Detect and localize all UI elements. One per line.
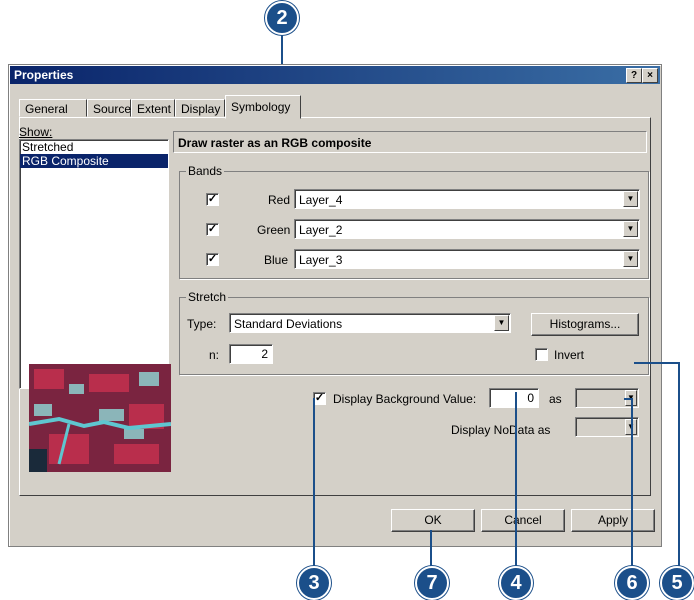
callout-6-line-h bbox=[624, 398, 632, 400]
show-label: Show: bbox=[19, 125, 53, 139]
callout-3-line bbox=[313, 398, 315, 568]
stretch-type-label: Type: bbox=[187, 317, 217, 331]
background-value-label: Display Background Value: bbox=[333, 392, 477, 406]
stretch-group-title: Stretch bbox=[186, 290, 229, 304]
tab-display[interactable]: Display bbox=[175, 99, 225, 117]
bands-group-title: Bands bbox=[186, 164, 225, 178]
chevron-down-icon[interactable]: ▼ bbox=[623, 221, 638, 237]
close-button[interactable]: × bbox=[642, 68, 658, 83]
chevron-down-icon[interactable]: ▼ bbox=[623, 251, 638, 267]
help-button[interactable]: ? bbox=[626, 68, 642, 83]
apply-button[interactable]: Apply bbox=[571, 509, 655, 532]
list-item-rgb-composite[interactable]: RGB Composite bbox=[20, 154, 168, 168]
tab-source[interactable]: Source bbox=[87, 99, 131, 117]
invert-checkbox[interactable] bbox=[535, 348, 548, 361]
chevron-down-icon[interactable]: ▼ bbox=[623, 191, 638, 207]
callout-6: 6 bbox=[615, 566, 649, 600]
stretch-type-select[interactable]: Standard Deviations ▼ bbox=[229, 313, 511, 333]
callout-4-line bbox=[515, 392, 517, 568]
green-band-checkbox[interactable]: ✓ bbox=[206, 223, 219, 236]
callout-3: 3 bbox=[297, 566, 331, 600]
callout-2: 2 bbox=[265, 1, 299, 35]
callout-6-line bbox=[631, 398, 633, 568]
callout-4: 4 bbox=[499, 566, 533, 600]
list-item-stretched[interactable]: Stretched bbox=[20, 140, 168, 154]
background-as-label: as bbox=[549, 392, 562, 406]
callout-7: 7 bbox=[415, 566, 449, 600]
histograms-button[interactable]: Histograms... bbox=[531, 313, 639, 336]
stretch-n-input[interactable]: 2 bbox=[229, 344, 273, 364]
window-title: Properties bbox=[14, 68, 74, 82]
invert-label: Invert bbox=[554, 348, 585, 362]
blue-band-checkbox[interactable]: ✓ bbox=[206, 253, 219, 266]
chevron-down-icon[interactable]: ▼ bbox=[494, 315, 509, 331]
background-value-input[interactable]: 0 bbox=[489, 388, 539, 408]
red-band-select[interactable]: Layer_4 ▼ bbox=[294, 189, 640, 209]
callout-7-line bbox=[430, 530, 432, 568]
red-band-checkbox[interactable]: ✓ bbox=[206, 193, 219, 206]
tab-general[interactable]: General bbox=[19, 99, 87, 117]
nodata-label: Display NoData as bbox=[451, 423, 551, 437]
cancel-button[interactable]: Cancel bbox=[481, 509, 565, 532]
blue-band-select[interactable]: Layer_3 ▼ bbox=[294, 249, 640, 269]
draw-mode-header: Draw raster as an RGB composite bbox=[173, 131, 647, 153]
green-band-select[interactable]: Layer_2 ▼ bbox=[294, 219, 640, 239]
callout-5-line bbox=[678, 362, 680, 568]
blue-band-label: Blue bbox=[264, 253, 289, 267]
callout-5: 5 bbox=[660, 566, 694, 600]
green-band-label: Green bbox=[257, 223, 291, 237]
tab-extent[interactable]: Extent bbox=[131, 99, 175, 117]
properties-dialog: Properties ? × General Source Extent Dis… bbox=[8, 64, 662, 547]
title-bar: Properties ? × bbox=[10, 66, 660, 84]
red-band-label: Red bbox=[268, 193, 291, 207]
callout-5-line-h bbox=[634, 362, 680, 364]
ok-button[interactable]: OK bbox=[391, 509, 475, 532]
raster-preview-image bbox=[29, 364, 171, 472]
tab-symbology[interactable]: Symbology bbox=[225, 95, 301, 119]
show-listbox[interactable]: Stretched RGB Composite bbox=[19, 139, 169, 389]
stretch-n-label: n: bbox=[209, 348, 220, 362]
nodata-color-select[interactable]: ▼ bbox=[575, 417, 639, 437]
